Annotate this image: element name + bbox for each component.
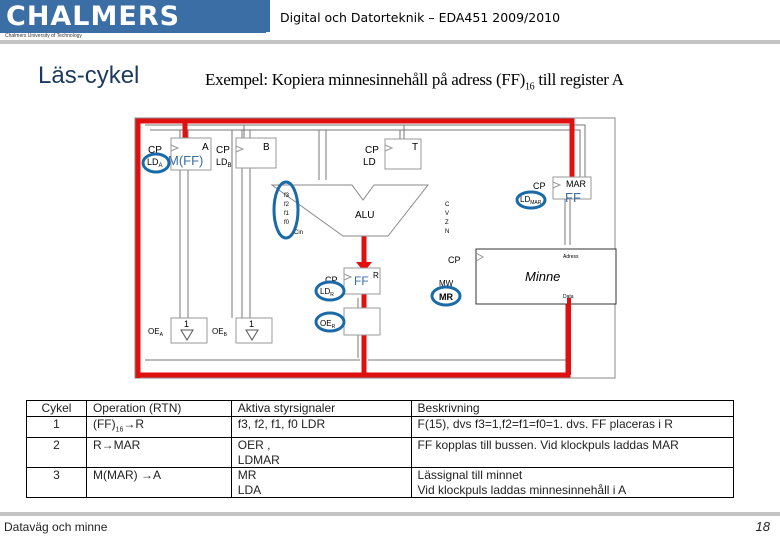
register-r: R CP LDR FF OER (320, 267, 381, 336)
cell-cycle: 1 (26, 416, 87, 439)
slide-subtitle: Exempel: Kopiera minnesinnehåll på adres… (205, 70, 624, 92)
register-mar-label: MAR (566, 179, 587, 189)
chalmers-logo: CHALMERS (0, 0, 266, 33)
table-row: 2 R→MAR OER , LDMAR FF kopplas till busse… (26, 437, 735, 469)
footer-divider (0, 512, 780, 516)
signals-line2: LDA (237, 482, 262, 497)
footer-section: Dataväg och minne (4, 520, 108, 534)
register-t-ld: LD (363, 157, 376, 168)
logo-subtitle: Chalmers University of Technology (0, 33, 266, 40)
cell-signals: f3, f2, f1, f0 LDR (230, 416, 412, 439)
alu-label: ALU (355, 210, 374, 221)
register-mar-value: FF (565, 190, 581, 205)
table-header-row: Cykel Operation (RTN) Aktiva styrsignale… (26, 400, 735, 417)
cell-operation: R→MAR (85, 437, 232, 469)
alu-flag-n: N (445, 229, 449, 235)
signals-line1: MR (237, 468, 257, 483)
register-mar-ld: LDMAR (520, 195, 542, 206)
subtitle-tail: till register A (534, 70, 624, 89)
register-t-cp: CP (365, 145, 379, 156)
cell-cycle: 2 (26, 437, 87, 469)
slide-title: Läs-cykel (38, 62, 140, 89)
memory-cp: CP (448, 255, 461, 265)
register-r-ld: LDR (320, 287, 334, 298)
memory-address-port: Adress (563, 254, 579, 260)
register-mar-cp: CP (533, 181, 546, 191)
register-a-value: M(FF) (168, 153, 203, 168)
header-cykel: Cykel (26, 400, 87, 417)
cell-operation: M(MAR) →A (85, 467, 232, 499)
alu-input-f2: f2 (284, 202, 290, 208)
page-number: 18 (755, 519, 770, 534)
description-line2: Vid klockpuls laddas minnesinnehåll i A (417, 482, 627, 497)
logo-text: CHALMERS (6, 1, 181, 32)
register-r-label: R (373, 271, 379, 280)
register-a-label: A (202, 142, 209, 153)
header-signals: Aktiva styrsignaler (230, 400, 412, 417)
alu-flag-z: Z (445, 220, 449, 226)
register-b-ld: LDB (216, 157, 232, 169)
table-row: 1 (FF)16→R f3, f2, f1, f0 LDR F(15), dvs… (26, 416, 735, 439)
operation-tail: →R (123, 416, 145, 431)
operations-table: Cykel Operation (RTN) Aktiva styrsignale… (26, 400, 735, 499)
alu-flag-c: C (445, 202, 450, 208)
buffer-b: 1 OEB (212, 317, 273, 344)
header-description: Beskrivning (410, 400, 735, 417)
cell-description: Lässignal till minnet Vid klockpuls ladda… (410, 467, 735, 499)
operation-text: (FF) (92, 416, 116, 431)
buffer-a-oe: OEA (148, 327, 164, 338)
buffer-b-oe: OEB (212, 327, 228, 338)
signals-line2: LDMAR (237, 452, 280, 467)
register-b-label: B (263, 142, 270, 153)
cell-signals: OER , LDMAR (230, 437, 412, 469)
register-t-label: T (412, 142, 418, 153)
memory-label: Minne (525, 269, 560, 284)
cell-description: F(15), dvs f3=1,f2=f1=f0=1. dvs. FF plac… (410, 416, 735, 439)
buffer-a: 1 OEA (148, 317, 208, 344)
register-a-ld: LDA (147, 157, 163, 169)
cell-operation: (FF)16→R (85, 416, 232, 439)
buffer-a-label: 1 (184, 319, 189, 329)
register-t: T CP LD (363, 138, 422, 170)
header-divider (0, 40, 780, 44)
cell-description: FF kopplas till bussen. Vid klockpuls la… (410, 437, 735, 469)
alu-input-f3: f3 (284, 193, 290, 199)
memory-mr: MR (439, 292, 453, 302)
course-title: Digital och Datorteknik – EDA451 2009/20… (280, 10, 561, 25)
header-operation: Operation (RTN) (85, 400, 232, 417)
register-b-cp: CP (216, 145, 230, 156)
cell-signals: MR LDA (230, 467, 412, 499)
memory: Minne Adress Data CP MW MR (439, 248, 617, 305)
subtitle-subscript: 16 (524, 81, 535, 93)
header-accent-bar (260, 0, 270, 32)
cell-cycle: 3 (26, 467, 87, 499)
table-row: 3 M(MAR) →A MR LDA Lässignal till minnet V… (26, 467, 735, 499)
alu-input-f0: f0 (284, 220, 290, 226)
description-line1: Lässignal till minnet (417, 468, 523, 483)
register-b: B CP LDB (216, 137, 277, 169)
alu-flag-v: V (445, 211, 449, 217)
datapath-diagram: A CP LDA M(FF) B CP LDB T CP LD ALU f3 f… (134, 117, 617, 379)
signals-line1: OER , (237, 438, 271, 453)
subtitle-main: Exempel: Kopiera minnesinnehåll på adres… (205, 70, 525, 89)
alu-input-f1: f1 (284, 211, 290, 217)
buffer-b-label: 1 (249, 319, 254, 329)
register-r-value: FF (354, 274, 369, 288)
